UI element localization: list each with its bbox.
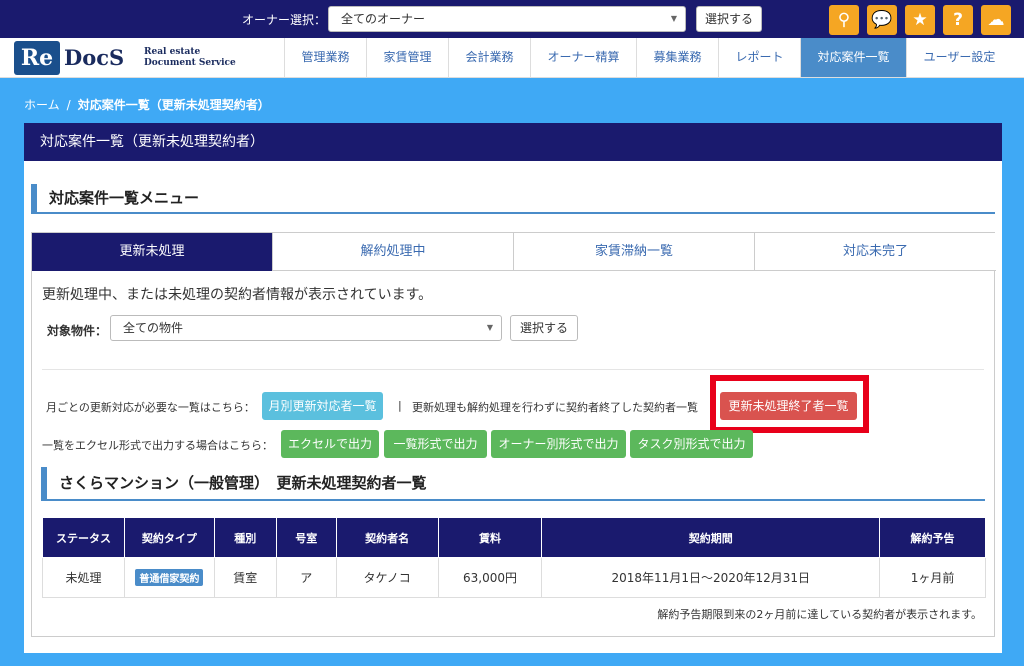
owner-select-button[interactable]: 選択する xyxy=(696,6,762,32)
col-kind: 種別 xyxy=(213,517,277,558)
chat-icon[interactable]: 💬 xyxy=(867,5,897,35)
owner-select-value: 全てのオーナー xyxy=(341,12,426,26)
owner-select[interactable]: 全てのオーナー ▼ xyxy=(328,6,686,32)
nav-item-management[interactable]: 管理業務 xyxy=(284,38,366,77)
excel-text: 一覧をエクセル形式で出力する場合はこちら： xyxy=(42,439,273,452)
contract-type-badge: 普通借家契約 xyxy=(135,569,204,586)
contract-table: ステータス 契約タイプ 種別 号室 契約者名 賃料 契約期間 解約予告 未処理 … xyxy=(42,517,986,598)
chevron-down-icon: ▼ xyxy=(670,14,677,23)
pipe-separator: | xyxy=(398,399,402,412)
breadcrumb-current: 対応案件一覧（更新未処理契約者） xyxy=(77,98,270,112)
table-header-row: ステータス 契約タイプ 種別 号室 契約者名 賃料 契約期間 解約予告 xyxy=(42,517,986,558)
property-select[interactable]: 全ての物件 ▼ xyxy=(110,315,502,341)
main-panel: 対応案件一覧（更新未処理契約者） 対応案件一覧メニュー 更新未処理 解約処理中 … xyxy=(24,123,1002,653)
property-select-button[interactable]: 選択する xyxy=(510,315,578,341)
nav-item-recruiting[interactable]: 募集業務 xyxy=(636,38,718,77)
monthly-renewal-button[interactable]: 月別更新対応者一覧 xyxy=(262,392,383,420)
property-section-title: さくらマンション（一般管理） 更新未処理契約者一覧 xyxy=(41,467,985,501)
cell-notice: 1ヶ月前 xyxy=(879,557,986,598)
star-icon[interactable]: ★ xyxy=(905,5,935,35)
tab-box: 更新未処理 解約処理中 家賃滞納一覧 対応未完了 更新処理中、または未処理の契約… xyxy=(31,232,996,637)
tab-renewal-pending[interactable]: 更新未処理 xyxy=(32,233,273,271)
col-period: 契約期間 xyxy=(541,517,881,558)
cell-room: ア xyxy=(275,557,337,598)
logo-docs: DocS xyxy=(64,45,125,70)
highlight-box xyxy=(710,375,869,433)
panel-header: 対応案件一覧（更新未処理契約者） xyxy=(24,123,1002,161)
main-nav: Re DocS Real estate Document Service 管理業… xyxy=(0,38,1024,78)
chevron-down-icon: ▼ xyxy=(486,323,493,332)
col-room: 号室 xyxy=(275,517,337,558)
breadcrumb-separator: / xyxy=(66,98,71,112)
tab-description: 更新処理中、または未処理の契約者情報が表示されています。 xyxy=(42,287,433,303)
cell-status: 未処理 xyxy=(42,557,125,598)
cell-period: 2018年11月1日～2020年12月31日 xyxy=(541,557,881,598)
table-row[interactable]: 未処理 普通借家契約 賃室 ア タケノコ 63,000円 2018年11月1日～… xyxy=(42,557,986,598)
logo-subtitle: Real estate Document Service xyxy=(144,47,236,68)
ended-text: 更新処理も解約処理を行わずに契約者終了した契約者一覧 xyxy=(412,401,698,414)
nav-item-report[interactable]: レポート xyxy=(718,38,800,77)
table-note: 解約予告期限到来の2ヶ月前に達している契約者が表示されます。 xyxy=(657,608,982,621)
monthly-text: 月ごとの更新対応が必要な一覧はこちら： xyxy=(46,401,255,414)
task-export-button[interactable]: タスク別形式で出力 xyxy=(630,430,753,458)
nav-item-owner-settlement[interactable]: オーナー精算 xyxy=(530,38,636,77)
property-select-value: 全ての物件 xyxy=(123,321,184,335)
search-icon[interactable]: ⚲ xyxy=(829,5,859,35)
tab-rent-arrears[interactable]: 家賃滞納一覧 xyxy=(514,233,755,271)
col-notice: 解約予告 xyxy=(879,517,986,558)
nav-item-accounting[interactable]: 会計業務 xyxy=(448,38,530,77)
tab-incomplete[interactable]: 対応未完了 xyxy=(755,233,996,271)
logo-re: Re xyxy=(14,41,60,75)
nav-item-rent[interactable]: 家賃管理 xyxy=(366,38,448,77)
cell-kind: 賃室 xyxy=(213,557,277,598)
help-icon[interactable]: ? xyxy=(943,5,973,35)
cloud-icon[interactable]: ☁ xyxy=(981,5,1011,35)
col-status: ステータス xyxy=(42,517,125,558)
excel-export-button[interactable]: エクセルで出力 xyxy=(281,430,379,458)
tab-cancellation[interactable]: 解約処理中 xyxy=(273,233,514,271)
breadcrumb: ホーム / 対応案件一覧（更新未処理契約者） xyxy=(24,96,270,113)
cell-name[interactable]: タケノコ xyxy=(335,557,439,598)
col-rent: 賃料 xyxy=(437,517,543,558)
cell-type: 普通借家契約 xyxy=(123,557,215,598)
owner-select-label: オーナー選択： xyxy=(242,13,327,27)
col-name: 契約者名 xyxy=(335,517,439,558)
nav-item-cases[interactable]: 対応案件一覧 xyxy=(800,38,906,77)
breadcrumb-home[interactable]: ホーム xyxy=(24,98,60,112)
divider xyxy=(42,369,984,370)
nav-item-user-settings[interactable]: ユーザー設定 xyxy=(906,38,1012,77)
top-bar: オーナー選択： 全てのオーナー ▼ 選択する ⚲ 💬 ★ ? ☁ xyxy=(0,0,1024,38)
owner-export-button[interactable]: オーナー別形式で出力 xyxy=(491,430,626,458)
col-type: 契約タイプ xyxy=(123,517,215,558)
list-export-button[interactable]: 一覧形式で出力 xyxy=(384,430,487,458)
menu-section-title: 対応案件一覧メニュー xyxy=(31,184,995,214)
property-label: 対象物件： xyxy=(47,324,108,338)
cell-rent: 63,000円 xyxy=(437,557,543,598)
